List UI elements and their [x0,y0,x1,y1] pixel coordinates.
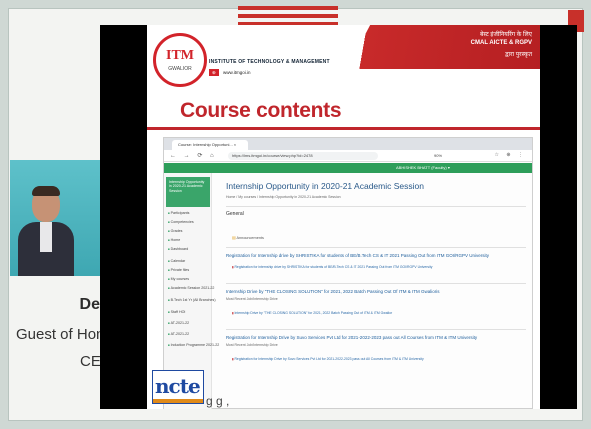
divider [226,283,526,284]
user-menu[interactable]: ABHISHEK BHATT (Faculty) ▾ [396,163,450,173]
sidebar-item[interactable]: Calendar [168,259,186,263]
course-main: Internship Opportunity in 2020-21 Academ… [218,173,530,409]
browser-screenshot: Course: Internship Opportuni... × ← → ⟳ … [163,137,533,409]
entry-title[interactable]: Internship Drive by "THE CLOSING SOLUTIO… [226,289,440,294]
logo-text: ncte [155,374,201,398]
toolbar-icons[interactable]: ☆ ⊕ ⋮ [495,152,526,158]
ribbon-line: द्वारा पुरस्कृत [505,52,532,58]
itm-logo: ITM GWALIOR [153,33,207,87]
speaker-video[interactable] [10,160,100,276]
entry-link[interactable]: Internship Drive by "THE CLOSING SOLUTIO… [232,311,392,315]
speaker-name: De [79,296,100,313]
speaker-hair [32,186,60,196]
divider [226,206,526,207]
nav-buttons-icon[interactable]: ← → ⟳ ⌂ [170,152,217,159]
divider [226,247,526,248]
sidebar-item[interactable]: Competencies [168,220,194,224]
speaker-role: Guest of Hon [16,326,105,343]
announcements-link[interactable]: Announcements [232,235,263,240]
entry-title[interactable]: Registration for Internship Drive by Suv… [226,335,477,340]
sidebar-item[interactable]: Dashboard [168,247,189,251]
entry-subtitle: Most Recent Job/Internship Drive [226,343,278,347]
presentation-slide: ITM GWALIOR INSTITUTE OF TECHNOLOGY & MA… [147,25,540,409]
logo-subtext: GWALIOR [168,66,192,72]
browser-tab[interactable]: Course: Internship Opportuni... × [172,140,248,150]
sidebar-item[interactable]: Academic Session 2021-22 [168,286,215,290]
speaker-shirt [40,222,52,252]
sidebar-item[interactable]: Grades [168,229,183,233]
browser-toolbar: ← → ⟳ ⌂ https://lms.itmgoi.in/course/vie… [164,150,532,162]
sidebar-item[interactable]: My courses [168,277,189,281]
ncte-logo: ncte [152,370,204,404]
sidebar-item[interactable]: Participants [168,211,190,215]
browser-tab-bar: Course: Internship Opportuni... × [164,138,532,150]
entry-subtitle: Most Recent Job/Internship Drive [226,297,278,301]
bottom-caption: g g , [206,394,230,408]
sidebar-item[interactable]: Home [168,238,181,242]
sidebar-item[interactable]: Staff HOI [168,310,186,314]
slide-title: Course contents [180,99,342,122]
award-ribbon: बेस्ट इंजीनियरिंग के लिए CMAL AICTE & RG… [347,25,540,69]
ribbon-line: बेस्ट इंजीनियरिंग के लिए [479,32,532,38]
course-page-title: Internship Opportunity in 2020-21 Academ… [226,181,424,191]
address-bar[interactable]: https://lms.itmgoi.in/course/view.php?id… [228,152,378,160]
sidebar-item-active-course[interactable]: Internship Opportunity in 2020-21 Academ… [166,177,210,207]
zoom-level: 90% [434,153,443,158]
conference-frame: De Guest of Hon CE ITM GWALIOR INSTITUTE… [0,0,591,429]
breadcrumb[interactable]: Home / My courses / Internship Opportuni… [226,195,341,199]
title-divider [147,127,540,130]
sidebar-item[interactable]: Private files [168,268,190,272]
website-url: www.itmgoi.in [223,70,251,75]
logo-text: ITM [166,48,194,63]
sidebar-item[interactable]: AT-2021-22 [168,321,190,325]
logo-underline [153,399,203,403]
sidebar-item[interactable]: AT-2021-22 [168,332,190,336]
institute-name: INSTITUTE OF TECHNOLOGY & MANAGEMENT [209,59,330,65]
sidebar-item[interactable]: B.Tech 1st Yr (All Branches) [168,298,216,302]
globe-icon: ⊕ [209,69,219,76]
speaker-role-continued: CE [80,353,101,370]
lms-navbar: ABHISHEK BHATT (Faculty) ▾ [164,163,532,173]
section-heading: General [226,211,244,217]
sidebar-item[interactable]: Induction Programme 2021-22 [168,343,220,347]
entry-title[interactable]: Registration for Internship drive by SHR… [226,253,489,258]
entry-link[interactable]: Registration for Internship Drive by Suv… [232,357,423,361]
ribbon-line: CMAL AICTE & RGPV [470,40,532,46]
screen-share[interactable]: ITM GWALIOR INSTITUTE OF TECHNOLOGY & MA… [100,25,577,409]
divider [226,329,526,330]
entry-link[interactable]: Registration for internship drive by SHR… [232,265,432,269]
